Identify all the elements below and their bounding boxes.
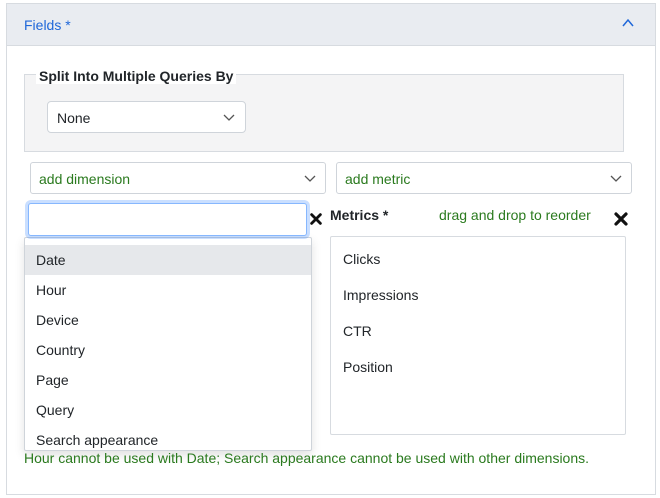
chevron-up-icon[interactable] — [621, 16, 635, 30]
chevron-down-icon — [610, 175, 622, 182]
clear-metrics-icon[interactable] — [613, 211, 629, 227]
dimension-options-list: Date Hour Device Country Page Query Sear… — [24, 237, 312, 451]
metric-item[interactable]: CTR — [343, 323, 372, 339]
dimension-search-input[interactable] — [28, 203, 307, 236]
metric-item[interactable]: Position — [343, 359, 393, 375]
fields-panel-header[interactable]: Fields * — [7, 4, 655, 46]
dimension-option[interactable]: Country — [25, 335, 311, 365]
dimension-option[interactable]: Device — [25, 305, 311, 335]
split-by-select[interactable]: None — [47, 101, 246, 133]
add-dimension-label: add dimension — [39, 171, 131, 187]
add-metric-label: add metric — [345, 171, 411, 187]
metrics-heading: Metrics * — [330, 207, 389, 223]
split-by-value: None — [57, 110, 91, 126]
dimension-warning: Hour cannot be used with Date; Search ap… — [24, 450, 590, 466]
add-metric-select[interactable]: add metric — [336, 162, 632, 194]
reorder-hint: drag and drop to reorder — [439, 207, 591, 223]
dimension-option[interactable]: Date — [25, 245, 311, 275]
split-legend: Split Into Multiple Queries By — [36, 68, 237, 84]
panel-title[interactable]: Fields * — [24, 17, 71, 33]
metrics-list: Clicks Impressions CTR Position — [330, 236, 626, 435]
chevron-down-icon — [223, 114, 235, 121]
dimension-option[interactable]: Query — [25, 395, 311, 425]
metric-item[interactable]: Impressions — [343, 287, 418, 303]
metric-item[interactable]: Clicks — [343, 251, 380, 267]
chevron-down-icon — [304, 175, 316, 182]
add-dimension-select[interactable]: add dimension — [30, 162, 326, 194]
dimension-option[interactable]: Page — [25, 365, 311, 395]
dimension-option[interactable]: Hour — [25, 275, 311, 305]
clear-dimensions-icon[interactable] — [309, 211, 323, 227]
